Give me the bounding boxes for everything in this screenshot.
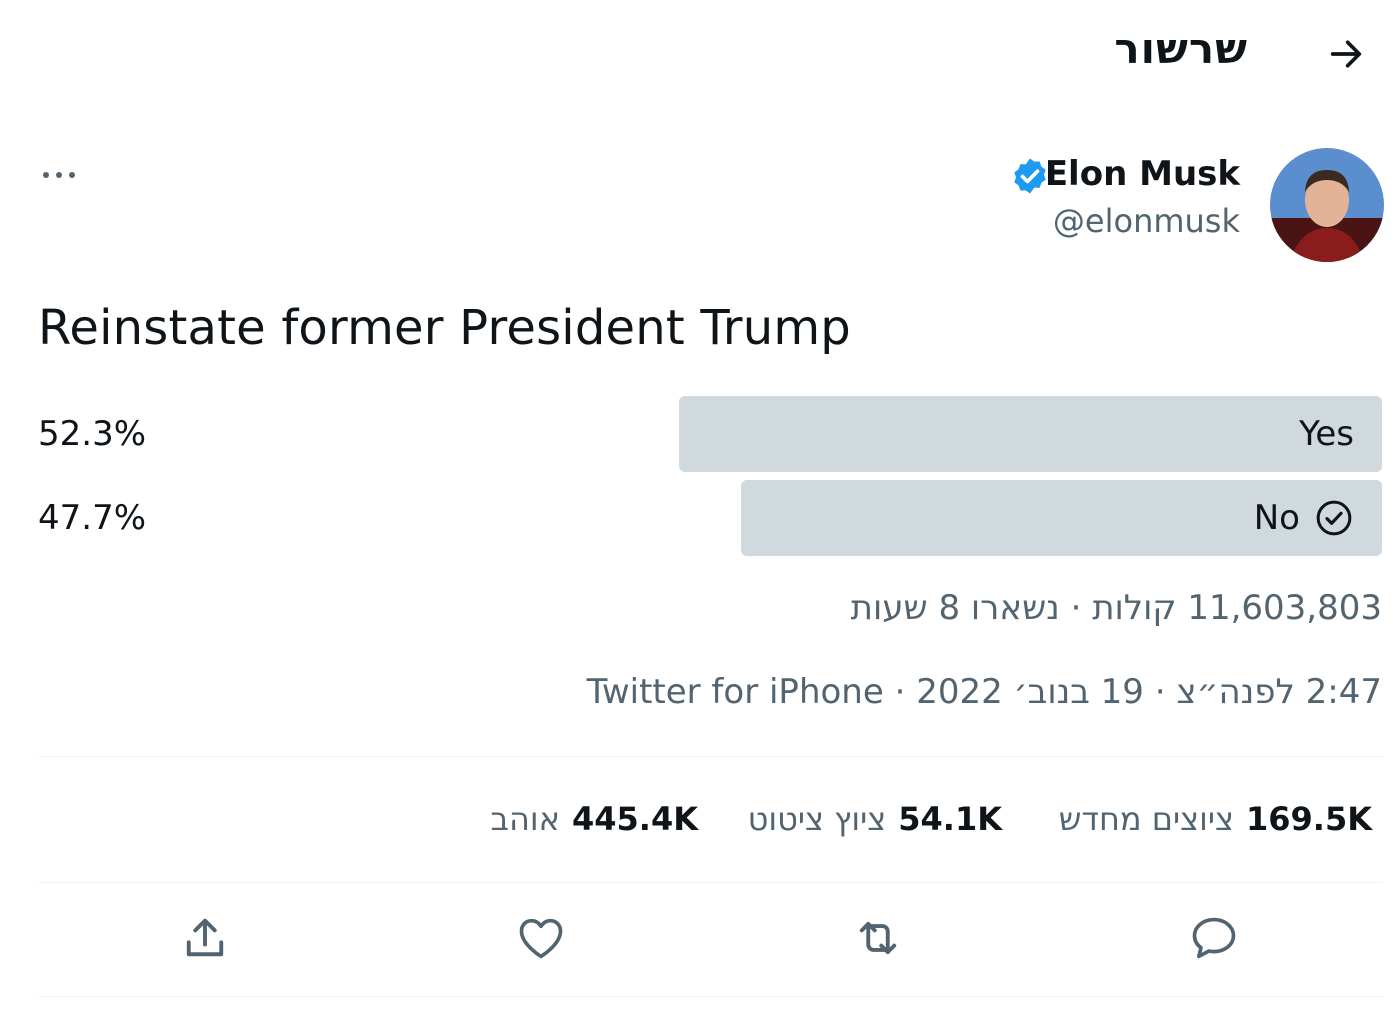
retweets-stat[interactable]: 169.5K ציוצים מחדש [1059,800,1372,838]
likes-label: אוהב [490,800,560,838]
tweet-timestamp[interactable]: 2:47 לפנה״צ · 19 בנוב׳ 2022 · Twitter fo… [587,672,1382,712]
poll-option-no: No 47.7% [38,480,1382,556]
author-name[interactable]: Elon Musk [1045,154,1240,194]
likes-stat[interactable]: 445.4K אוהב [490,800,698,838]
retweet-button[interactable] [852,912,904,964]
poll-bar [679,396,1382,472]
reply-button[interactable] [1188,912,1240,964]
retweet-icon [859,921,897,955]
quotes-count: 54.1K [898,800,1002,838]
poll-option-yes: Yes 52.3% [38,396,1382,472]
likes-count: 445.4K [571,800,698,838]
avatar[interactable] [1270,148,1384,262]
quotes-label: ציוץ ציטוט [747,800,887,838]
divider [38,996,1382,997]
poll-percentage: 52.3% [38,414,147,454]
verified-badge-icon [1014,158,1046,194]
share-button[interactable] [179,912,231,964]
retweets-count: 169.5K [1245,800,1372,838]
poll-option-label: No [1253,498,1300,538]
author-handle[interactable]: @elonmusk [1053,202,1240,240]
poll-percentage: 47.7% [38,498,147,538]
more-horizontal-icon[interactable] [40,160,78,190]
poll-option-label: Yes [1299,414,1354,454]
divider [38,882,1382,883]
retweets-label: ציוצים מחדש [1058,800,1234,838]
page-title: שרשור [1114,24,1248,73]
poll-summary: 11,603,803 קולות · נשארו 8 שעות [850,588,1382,628]
share-icon [186,918,224,957]
check-circle-icon [1316,500,1352,536]
like-button[interactable] [515,912,567,964]
tweet-text: Reinstate former President Trump [38,300,851,356]
like-icon [519,918,563,959]
back-arrow-icon[interactable] [1326,34,1366,74]
reply-icon [1192,917,1236,959]
divider [38,756,1382,757]
quotes-stat[interactable]: 54.1K ציוץ ציטוט [748,800,1002,838]
